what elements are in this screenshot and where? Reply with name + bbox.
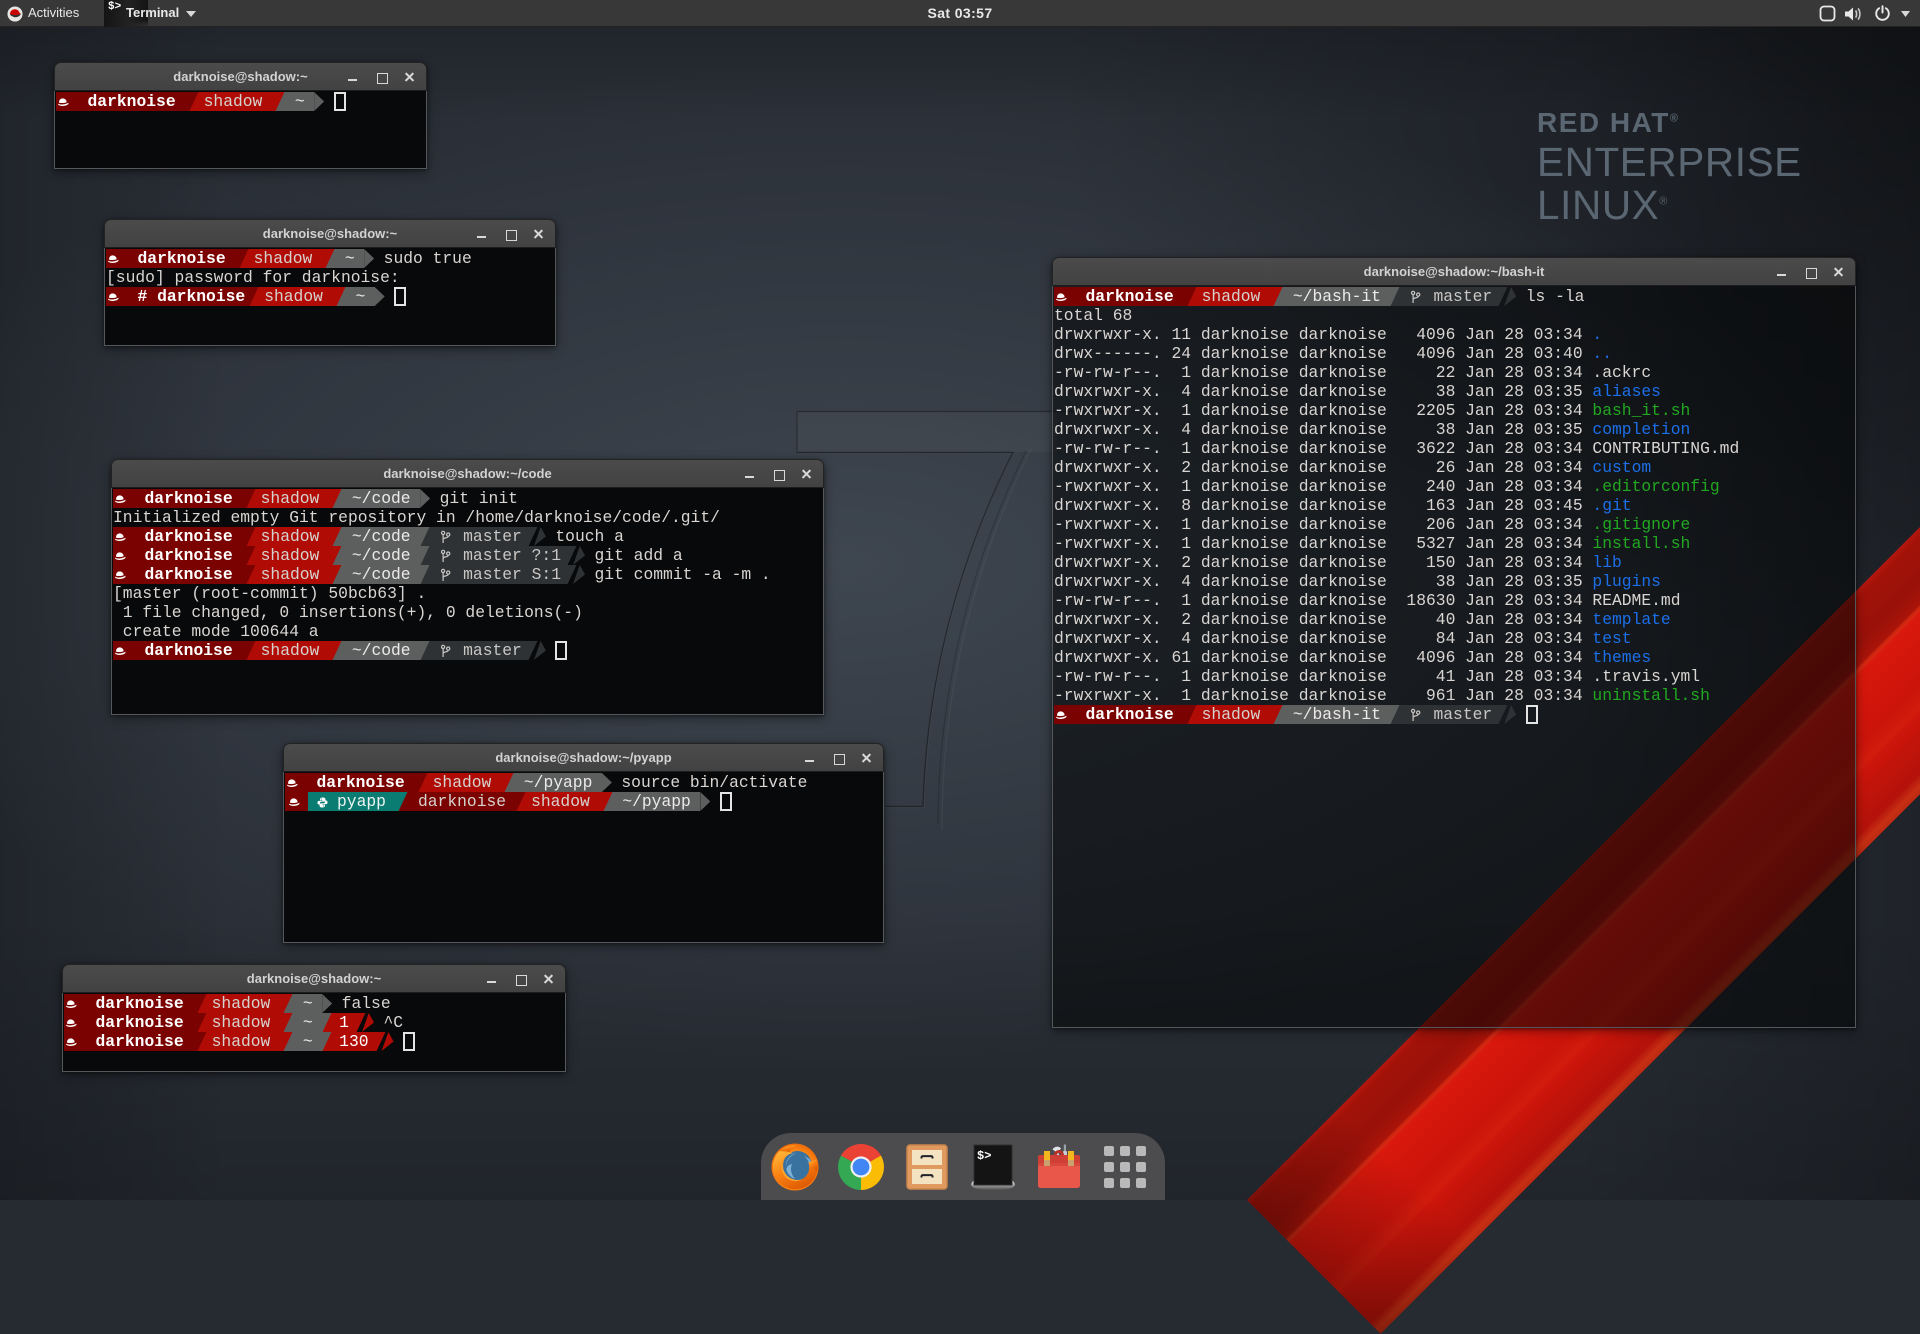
svg-text:$>: $>: [977, 1149, 991, 1163]
